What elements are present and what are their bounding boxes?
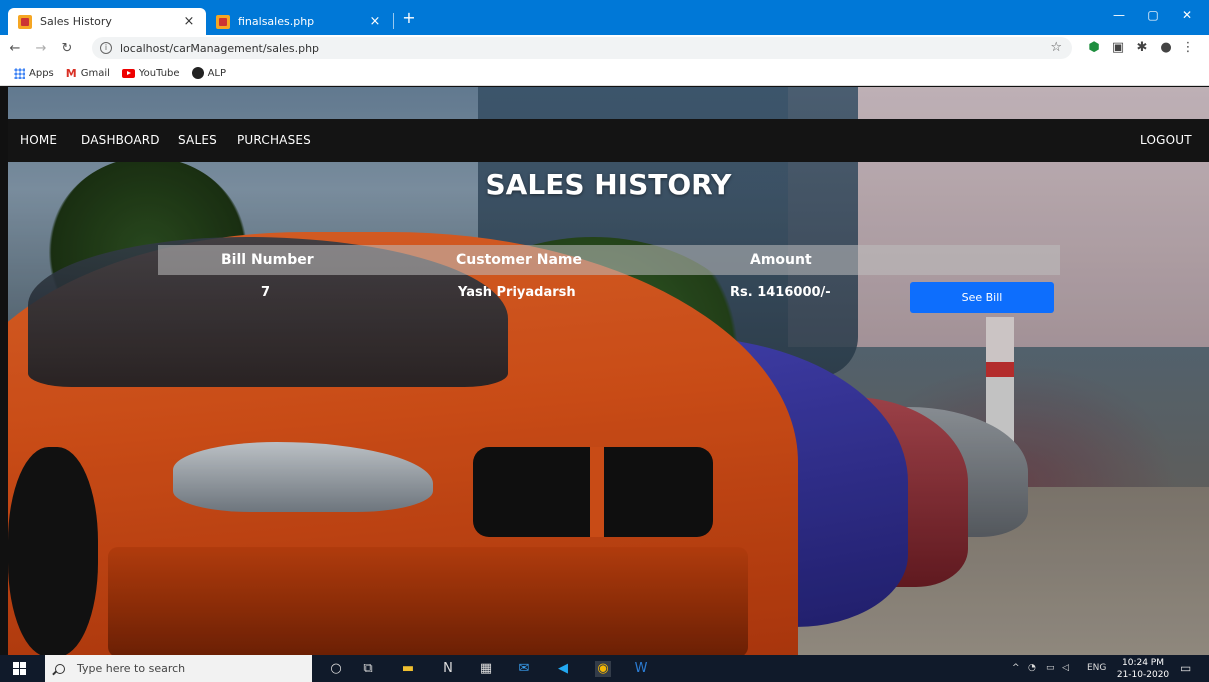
close-icon[interactable]: × bbox=[182, 14, 196, 29]
notifications-icon[interactable]: ▭ bbox=[1180, 661, 1191, 675]
nav-home[interactable]: HOME bbox=[20, 133, 57, 147]
mail-icon[interactable]: ✉ bbox=[516, 661, 532, 677]
site-favicon-icon bbox=[18, 14, 32, 29]
page-title: SALES HISTORY bbox=[485, 168, 732, 201]
bookmark-star-icon[interactable]: ☆ bbox=[1050, 40, 1062, 55]
window-close-icon[interactable]: ✕ bbox=[1172, 8, 1202, 22]
site-favicon-icon bbox=[216, 14, 230, 29]
task-view-icon[interactable]: ⧉ bbox=[360, 661, 376, 677]
nav-logout[interactable]: LOGOUT bbox=[1140, 133, 1192, 147]
bookmark-youtube[interactable]: YouTube bbox=[121, 67, 180, 79]
notepad-icon[interactable]: N bbox=[440, 661, 456, 677]
bookmark-label: YouTube bbox=[138, 67, 180, 79]
apps-grid-icon bbox=[14, 67, 25, 79]
file-explorer-icon[interactable]: ▬ bbox=[400, 661, 416, 677]
battery-icon[interactable]: ▭ bbox=[1046, 663, 1055, 673]
word-icon[interactable]: W bbox=[633, 661, 649, 677]
bookmark-label: ALP bbox=[207, 67, 227, 79]
site-navbar: HOME DASHBOARD SALES PURCHASES LOGOUT bbox=[8, 119, 1209, 162]
page-viewport: HOME DASHBOARD SALES PURCHASES LOGOUT SA… bbox=[8, 87, 1209, 655]
tab-divider bbox=[393, 13, 394, 29]
close-icon[interactable]: × bbox=[368, 14, 382, 29]
bookmark-apps[interactable]: Apps bbox=[14, 67, 54, 79]
language-indicator[interactable]: ENG bbox=[1087, 663, 1106, 673]
clock-date: 21-10-2020 bbox=[1116, 670, 1170, 680]
github-icon bbox=[191, 67, 204, 79]
search-icon bbox=[55, 663, 65, 674]
youtube-icon bbox=[121, 68, 135, 78]
address-bar: ← → ↻ i localhost/carManagement/sales.ph… bbox=[0, 35, 1209, 61]
nav-sales[interactable]: SALES bbox=[178, 133, 217, 147]
bookmark-gmail[interactable]: M Gmail bbox=[66, 67, 110, 80]
header-customer-name: Customer Name bbox=[456, 252, 582, 268]
forward-icon[interactable]: → bbox=[30, 41, 52, 56]
see-bill-button[interactable]: See Bill bbox=[910, 282, 1054, 313]
cortana-icon[interactable]: ○ bbox=[328, 661, 344, 677]
header-bill-number: Bill Number bbox=[221, 252, 314, 268]
tab-finalsales[interactable]: finalsales.php × bbox=[206, 8, 392, 35]
extension-e-icon[interactable]: ▣ bbox=[1110, 40, 1126, 55]
taskbar-clock[interactable]: 10:24 PM 21-10-2020 bbox=[1115, 657, 1171, 681]
windows-taskbar: Type here to search ○ ⧉ ▬ N ▦ ✉ ◀ ◉ W ^ … bbox=[0, 655, 1209, 682]
info-icon[interactable]: i bbox=[100, 42, 112, 54]
reload-icon[interactable]: ↻ bbox=[56, 41, 78, 56]
back-icon[interactable]: ← bbox=[4, 41, 26, 56]
bookmark-alp[interactable]: ALP bbox=[191, 67, 227, 79]
chrome-icon[interactable]: ◉ bbox=[595, 661, 611, 677]
store-icon[interactable]: ▦ bbox=[478, 661, 494, 677]
clock-time: 10:24 PM bbox=[1122, 658, 1164, 668]
network-icon[interactable]: ◔ bbox=[1028, 663, 1036, 673]
bookmark-label: Gmail bbox=[80, 67, 110, 79]
url-text: localhost/carManagement/sales.php bbox=[120, 41, 320, 55]
sales-table: Bill Number Customer Name Amount 7 Yash … bbox=[158, 245, 1060, 315]
maximize-icon[interactable]: ▢ bbox=[1138, 8, 1168, 22]
search-placeholder: Type here to search bbox=[77, 662, 186, 675]
vscode-icon[interactable]: ◀ bbox=[555, 661, 571, 677]
cell-amount: Rs. 1416000/- bbox=[730, 285, 831, 300]
windows-start-icon[interactable] bbox=[13, 662, 26, 675]
minimize-icon[interactable]: — bbox=[1104, 8, 1134, 22]
shield-extension-icon[interactable]: ⬢ bbox=[1086, 40, 1102, 55]
cell-customer-name: Yash Priyadarsh bbox=[458, 285, 576, 300]
nav-purchases[interactable]: PURCHASES bbox=[237, 133, 311, 147]
cell-bill-number: 7 bbox=[261, 285, 271, 300]
table-header: Bill Number Customer Name Amount bbox=[158, 245, 1060, 275]
browser-tab-strip: Sales History × finalsales.php × + — ▢ ✕ bbox=[0, 0, 1209, 35]
bookmarks-bar: Apps M Gmail YouTube ALP bbox=[0, 61, 1209, 86]
tab-sales-history[interactable]: Sales History × bbox=[8, 8, 206, 35]
bookmark-label: Apps bbox=[29, 67, 54, 79]
profile-avatar-icon[interactable]: ● bbox=[1158, 40, 1174, 55]
url-input[interactable]: i localhost/carManagement/sales.php ☆ bbox=[92, 37, 1072, 59]
tray-chevron-icon[interactable]: ^ bbox=[1012, 663, 1020, 673]
nav-dashboard[interactable]: DASHBOARD bbox=[81, 133, 160, 147]
tab-title: finalsales.php bbox=[238, 15, 315, 28]
volume-icon[interactable]: ◁ bbox=[1062, 663, 1069, 673]
screen: Sales History × finalsales.php × + — ▢ ✕… bbox=[0, 0, 1209, 682]
gmail-icon: M bbox=[65, 66, 77, 80]
taskbar-search-input[interactable]: Type here to search bbox=[45, 655, 312, 682]
header-amount: Amount bbox=[750, 252, 812, 268]
menu-kebab-icon[interactable]: ⋮ bbox=[1180, 40, 1196, 55]
extensions-puzzle-icon[interactable]: ✱ bbox=[1134, 40, 1150, 55]
new-tab-button[interactable]: + bbox=[400, 9, 418, 27]
tab-title: Sales History bbox=[40, 15, 112, 28]
